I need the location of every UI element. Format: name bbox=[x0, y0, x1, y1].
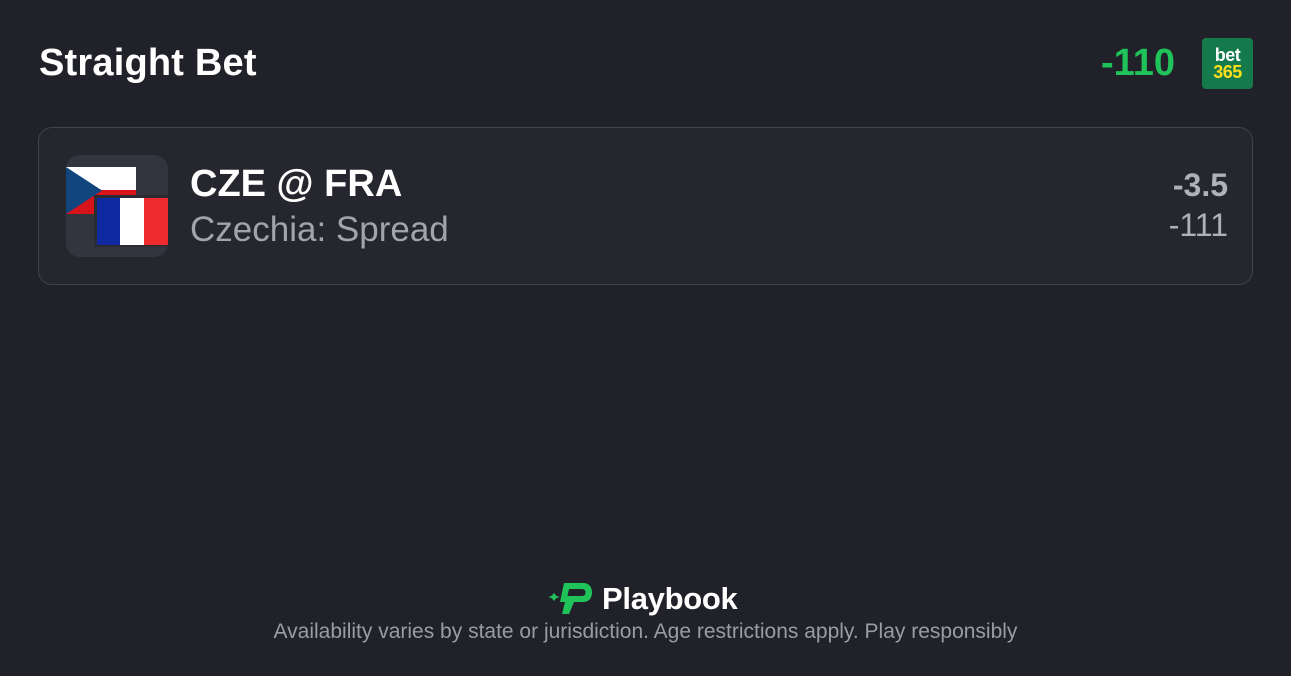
bet-type-title: Straight Bet bbox=[39, 42, 257, 84]
spread-line: -3.5 bbox=[1172, 167, 1228, 203]
leg-odds: -111 bbox=[1168, 207, 1228, 243]
bet-leg-card: CZE @ FRA Czechia: Spread -3.5 -111 bbox=[38, 127, 1253, 285]
brand-name: Playbook bbox=[602, 581, 738, 616]
sportsbook-logo-line1: bet bbox=[1214, 44, 1241, 65]
team-flags bbox=[66, 155, 168, 257]
france-flag-icon bbox=[94, 195, 168, 247]
sportsbook-logo-line2: 365 bbox=[1213, 61, 1242, 82]
playbook-brand: Playbook bbox=[548, 580, 738, 618]
matchup-title: CZE @ FRA bbox=[190, 163, 403, 205]
responsible-gaming-disclaimer: Availability varies by state or jurisdic… bbox=[273, 620, 1018, 643]
sportsbook-logo: bet 365 bbox=[1202, 38, 1253, 89]
total-odds: -110 bbox=[1101, 42, 1175, 84]
flags-icon bbox=[66, 167, 168, 247]
bet-selection: Czechia: Spread bbox=[190, 210, 449, 249]
playbook-logo-icon bbox=[548, 583, 592, 614]
